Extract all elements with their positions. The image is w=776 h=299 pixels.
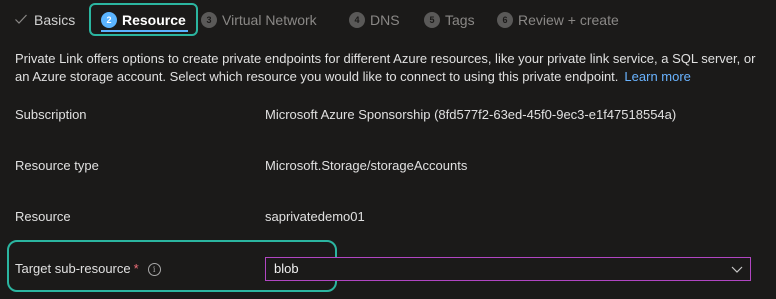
subscription-value: Microsoft Azure Sponsorship (8fd577f2-63… bbox=[265, 107, 677, 122]
create-private-endpoint-resource-step: Basics 2 Resource 3 Virtual Network 4 DN… bbox=[0, 0, 776, 299]
resource-type-value: Microsoft.Storage/storageAccounts bbox=[265, 158, 468, 173]
step-number-badge: 6 bbox=[497, 12, 513, 28]
step-number-badge: 4 bbox=[349, 12, 365, 28]
chevron-down-icon bbox=[729, 261, 745, 277]
target-sub-resource-dropdown[interactable]: blob bbox=[265, 257, 751, 281]
tab-basics[interactable]: Basics bbox=[14, 0, 75, 40]
tab-virtual-network[interactable]: 3 Virtual Network bbox=[201, 0, 317, 40]
target-sub-resource-label-group: Target sub-resource * i bbox=[15, 261, 161, 276]
intro-paragraph: Private Link offers options to create pr… bbox=[15, 50, 767, 86]
learn-more-link[interactable]: Learn more bbox=[624, 69, 690, 84]
resource-value: saprivatedemo01 bbox=[265, 209, 365, 224]
resource-type-label: Resource type bbox=[15, 158, 99, 173]
step-number-badge: 5 bbox=[424, 12, 440, 28]
tab-dns-label: DNS bbox=[370, 12, 400, 28]
target-sub-resource-label: Target sub-resource bbox=[15, 261, 131, 276]
tab-resource[interactable]: 2 Resource bbox=[89, 3, 198, 36]
tab-dns[interactable]: 4 DNS bbox=[349, 0, 400, 40]
tab-basics-label: Basics bbox=[34, 12, 76, 28]
tab-review-create-label: Review + create bbox=[518, 12, 619, 28]
active-tab-underline bbox=[101, 30, 188, 32]
tab-virtual-network-label: Virtual Network bbox=[222, 12, 317, 28]
resource-label: Resource bbox=[15, 209, 71, 224]
tab-tags-label: Tags bbox=[445, 12, 475, 28]
required-asterisk: * bbox=[133, 261, 139, 276]
step-number-badge: 3 bbox=[201, 12, 217, 28]
wizard-tabs: Basics 2 Resource 3 Virtual Network 4 DN… bbox=[0, 0, 776, 40]
step-number-badge: 2 bbox=[101, 11, 117, 28]
checkmark-icon bbox=[14, 12, 28, 29]
subscription-label: Subscription bbox=[15, 107, 87, 122]
info-icon[interactable]: i bbox=[147, 263, 161, 276]
tab-tags[interactable]: 5 Tags bbox=[424, 0, 475, 40]
target-sub-resource-selected-value: blob bbox=[274, 261, 299, 276]
tab-resource-label: Resource bbox=[122, 11, 186, 28]
tab-review-create[interactable]: 6 Review + create bbox=[497, 0, 619, 40]
